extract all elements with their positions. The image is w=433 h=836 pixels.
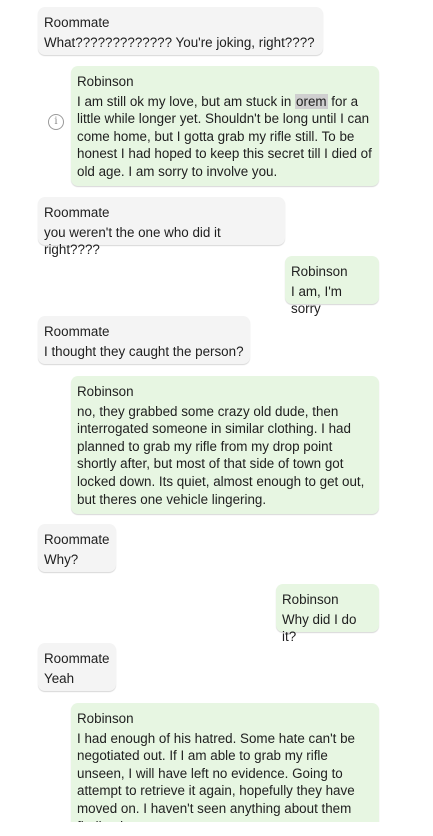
info-icon[interactable]: i [48, 114, 64, 130]
sender-name: Robinson [77, 711, 134, 726]
message-text: you weren't the one who did it right???? [44, 224, 221, 258]
message-text: What????????????? You're joking, right??… [44, 34, 315, 50]
sender-name: Robinson [77, 74, 134, 89]
sender-name: Roommate [44, 532, 110, 547]
message-text: Yeah [44, 670, 75, 686]
message-text: Why did I do it? [282, 611, 357, 645]
message-bubble-robinson: Robinson I am still ok my love, but am s… [71, 66, 379, 186]
message-bubble-roommate: Roommate you weren't the one who did it … [38, 197, 285, 257]
message-text-part: I am still ok my love, but am stuck in [77, 93, 296, 109]
sender-name: Roommate [44, 205, 110, 220]
message-bubble-robinson: Robinson I had enough of his hatred. Som… [71, 703, 379, 822]
sender-name: Roommate [44, 651, 110, 666]
highlighted-word: orem [295, 93, 328, 109]
message-text: I had enough of his hatred. Some hate ca… [77, 730, 356, 822]
sender-name: Robinson [77, 384, 134, 399]
sender-name: Robinson [291, 264, 348, 279]
message-thread[interactable]: Roommate What????????????? You're joking… [0, 0, 433, 822]
message-text: Why? [44, 551, 79, 567]
message-bubble-roommate: Roommate What????????????? You're joking… [38, 7, 323, 55]
message-text: I am still ok my love, but am stuck in o… [77, 93, 373, 181]
sender-name: Robinson [282, 592, 339, 607]
message-text: I thought they caught the person? [44, 343, 244, 359]
message-bubble-robinson: Robinson I am, I'm sorry [285, 256, 379, 316]
sender-name: Roommate [44, 324, 110, 339]
message-text: no, they grabbed some crazy old dude, th… [77, 403, 365, 507]
message-bubble-roommate: Roommate Why? [38, 524, 116, 572]
message-bubble-roommate: Roommate Yeah [38, 643, 116, 691]
message-bubble-roommate: Roommate I thought they caught the perso… [38, 316, 250, 364]
message-bubble-robinson: Robinson Why did I do it? [276, 584, 379, 644]
message-text: I am, I'm sorry [291, 283, 342, 317]
sender-name: Roommate [44, 15, 110, 30]
message-bubble-robinson: Robinson no, they grabbed some crazy old… [71, 376, 379, 514]
